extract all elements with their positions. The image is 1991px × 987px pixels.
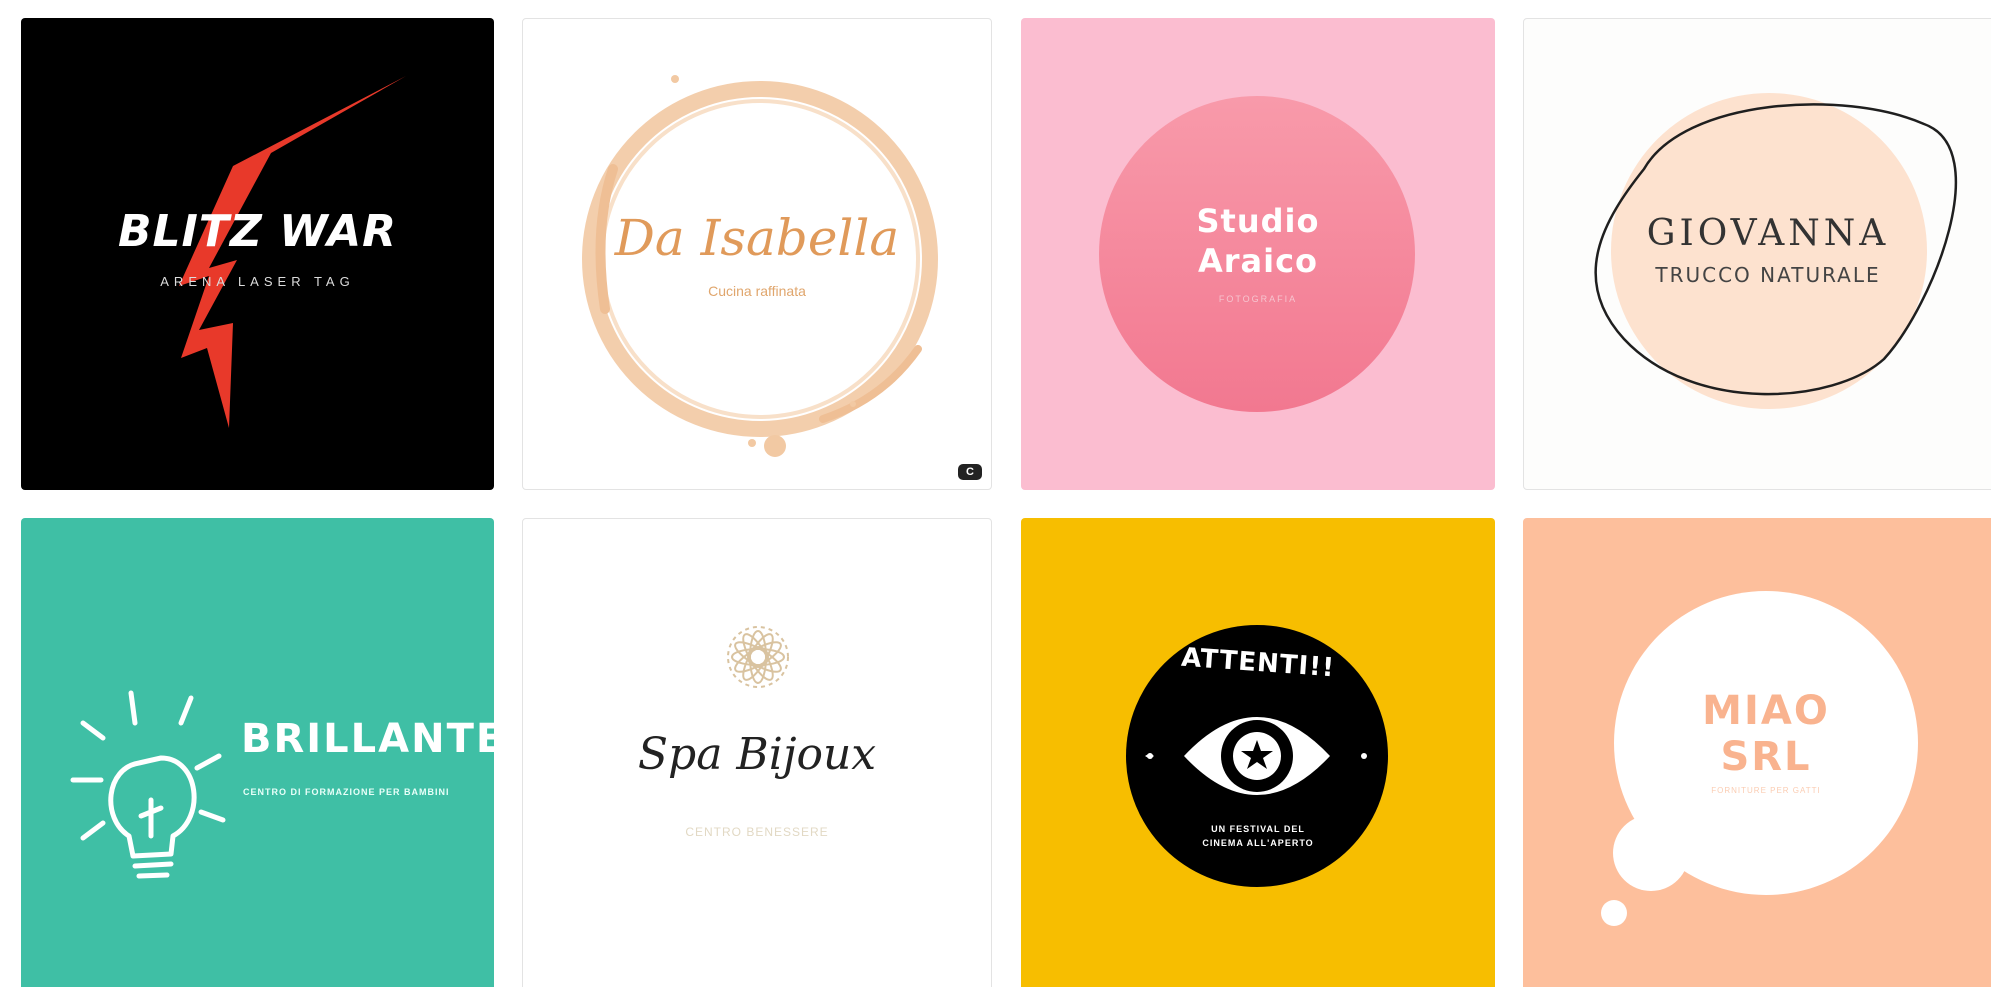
blob-shape-icon [1594, 93, 1958, 409]
logo-template-grid: BLITZ WAR ARENA LASER TAG Da Isabella Cu… [0, 0, 1991, 987]
template-card-da-isabella[interactable]: Da Isabella Cucina raffinata C [522, 18, 992, 490]
template-subtitle-line1: UN FESTIVAL DEL [1211, 824, 1305, 834]
template-title: Spa Bijoux [637, 729, 877, 780]
template-subtitle-line2: CINEMA ALL'APERTO [1202, 838, 1314, 848]
copyright-badge-icon: C [958, 464, 982, 480]
template-title: Da Isabella [614, 209, 900, 267]
template-card-studio-araico[interactable]: Studio Araico FOTOGRAFIA [1021, 18, 1495, 490]
template-subtitle: CENTRO BENESSERE [685, 825, 829, 839]
template-subtitle: Cucina raffinata [708, 283, 806, 299]
template-subtitle: FORNITURE PER GATTI [1711, 786, 1821, 795]
template-title: BRILLANTE [241, 716, 494, 762]
template-card-attenti[interactable]: ATTENTI!! UN FESTIVAL DEL CINEMA ALL'APE… [1021, 518, 1495, 987]
template-title-line1: MIAO [1702, 688, 1830, 734]
template-subtitle: FOTOGRAFIA [1218, 294, 1298, 304]
template-title: BLITZ WAR [117, 206, 398, 257]
template-card-miao-srl[interactable]: MIAO SRL FORNITURE PER GATTI [1523, 518, 1991, 987]
template-title-line2: SRL [1720, 734, 1812, 780]
template-title-line1: Studio [1196, 202, 1320, 240]
template-card-spa-bijoux[interactable]: Spa Bijoux CENTRO BENESSERE [522, 518, 992, 987]
template-subtitle: TRUCCO NATURALE [1655, 263, 1881, 287]
template-subtitle: ARENA LASER TAG [160, 274, 355, 289]
template-title: GIOVANNA [1646, 213, 1890, 254]
template-card-brillante[interactable]: BRILLANTE CENTRO DI FORMAZIONE PER BAMBI… [21, 518, 494, 987]
template-card-blitz-war[interactable]: BLITZ WAR ARENA LASER TAG [21, 18, 494, 490]
template-title-line2: Araico [1197, 242, 1319, 280]
eye-star-icon [1126, 625, 1388, 887]
template-card-giovanna[interactable]: GIOVANNA TRUCCO NATURALE [1523, 18, 1991, 490]
template-subtitle: CENTRO DI FORMAZIONE PER BAMBINI [243, 787, 450, 797]
